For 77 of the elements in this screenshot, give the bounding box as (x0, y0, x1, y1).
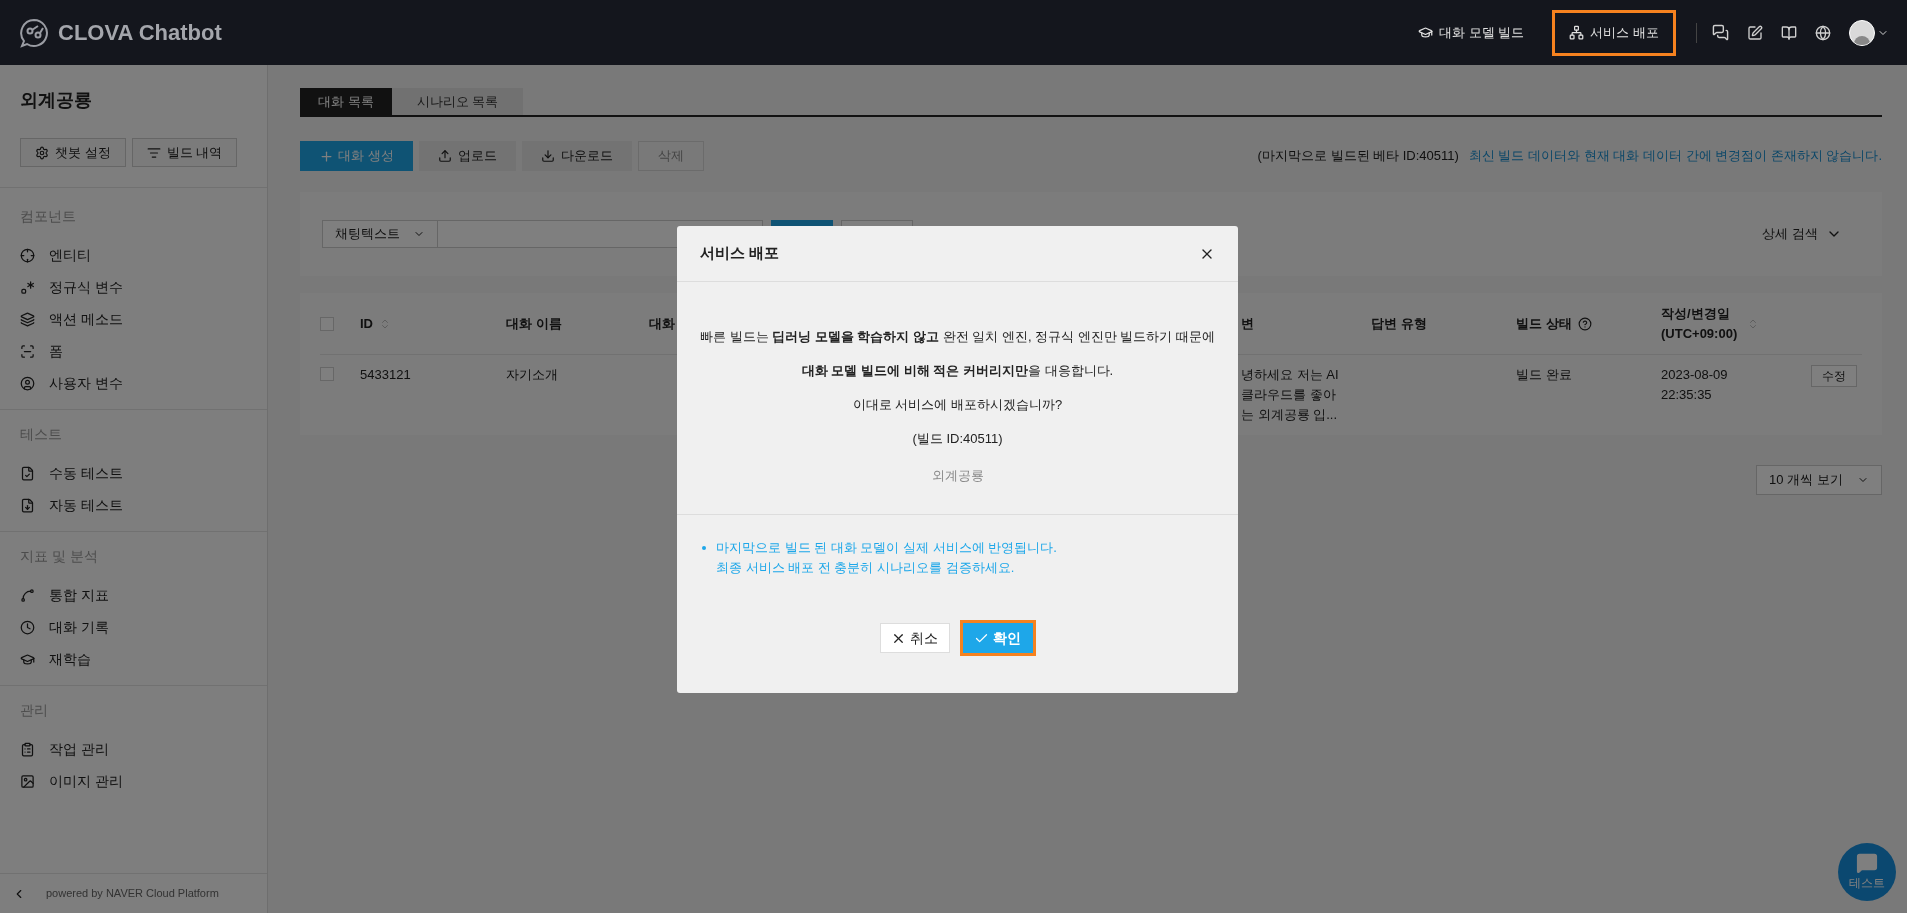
frame-icon (20, 343, 35, 359)
toolbar-button[interactable]: 다운로드 (521, 141, 632, 171)
cancel-button[interactable]: 취소 (879, 623, 950, 653)
gear-icon (35, 145, 49, 160)
upload-icon (437, 149, 452, 163)
build-id-text: (빌드 ID:40511) (912, 430, 1003, 448)
network-icon (1569, 25, 1585, 40)
avatar-icon[interactable] (1849, 19, 1875, 46)
sidebar-item[interactable]: 작업 관리 (20, 733, 109, 765)
sidebar-item[interactable]: 이미지 관리 (20, 765, 123, 797)
help-icon[interactable] (1577, 316, 1592, 331)
crosshair-icon (20, 247, 35, 263)
sidebar-item[interactable]: 통합 지표 (20, 579, 109, 611)
powered-by-text: powered by NAVER Cloud Platform (46, 886, 219, 902)
clock-icon (20, 619, 35, 635)
file-download-icon (20, 497, 35, 513)
checkbox[interactable] (320, 367, 334, 381)
sidebar-item[interactable]: 정규식 변수 (20, 271, 123, 303)
sidebar-item[interactable]: 수동 테스트 (20, 457, 123, 489)
book-icon[interactable] (1781, 24, 1797, 41)
chart-line-icon (20, 587, 35, 603)
logo-icon (18, 16, 50, 49)
sidebar-item[interactable]: 폼 (20, 335, 63, 367)
sidebar-item[interactable]: 재학습 (20, 643, 91, 675)
notice-text: 마지막으로 빌드 된 대화 모델이 실제 서비스에 반영됩니다. 최종 서비스 배포 전 충분히 시나리오를 검증하세요. (716, 539, 1057, 577)
sidebar-item[interactable]: 액션 메소드 (20, 303, 123, 335)
tab[interactable]: 시나리오 목록 (391, 88, 524, 115)
checkbox[interactable] (320, 316, 334, 331)
globe-icon[interactable] (1815, 24, 1831, 41)
edit-icon[interactable] (1747, 24, 1763, 41)
nav-link[interactable]: 대화 모델 빌드 (1404, 9, 1539, 56)
confirm-question: 이대로 서비스에 배포하시겠습니까? (852, 396, 1063, 414)
advanced-search-toggle[interactable]: 상세 검색 (1762, 224, 1842, 244)
graduation-cap-icon (20, 651, 35, 667)
column-header: 답변 유형 (1371, 314, 1427, 333)
table-cell-text: 자기소개 (506, 366, 559, 384)
project-title: 외계공룡 (20, 89, 93, 112)
project-name: 외계공룡 (931, 467, 984, 485)
table-cell-text: 5433121 (360, 366, 412, 384)
sidebar-item[interactable]: 자동 테스트 (20, 489, 123, 521)
table-cell-text: 녕하세요 저는 AI 클라우드를 좋아 는 외계공룡 입... (1241, 366, 1340, 424)
tab[interactable]: 대화 목록 (300, 88, 392, 115)
confirm-button[interactable]: 확인 (959, 620, 1036, 656)
column-header: 작성/변경일 (UTC+09:00) (1661, 304, 1738, 343)
sidebar-item[interactable]: 사용자 변수 (20, 367, 123, 399)
clipboard-icon (20, 741, 35, 757)
app-logo-text[interactable]: CLOVA Chatbot (58, 16, 222, 49)
column-header: 변 (1241, 314, 1254, 333)
sidebar-action-button[interactable]: 빌드 내역 (131, 138, 238, 167)
sidebar-item[interactable]: 대화 기록 (20, 611, 109, 643)
edit-button[interactable]: 수정 (1811, 365, 1857, 387)
table-cell-text: 2023-08-09 22:35:35 (1661, 366, 1729, 404)
column-header: 빌드 상태 (1516, 314, 1572, 333)
column-header: 대화 (649, 314, 675, 333)
toolbar-button[interactable]: 업로드 (418, 141, 516, 171)
user-circle-icon (20, 375, 35, 391)
sidebar-item[interactable]: 엔티티 (20, 239, 91, 271)
nav-link[interactable]: 서비스 배포 (1552, 9, 1676, 56)
dialog-message: 빠른 빌드는 딥러닝 모델을 학습하지 않고 완전 일치 엔진, 정규식 엔진만 빌드하기 때문에 대화 모델 빌드에 비해 적은 커버리지만을 대응합니다. (699, 328, 1216, 380)
column-header: ID (360, 314, 373, 333)
file-check-icon (20, 465, 35, 481)
column-header: 대화 이름 (506, 314, 562, 333)
download-icon (540, 149, 555, 163)
image-icon (20, 773, 35, 789)
plus-icon (319, 148, 334, 164)
sidebar-action-button[interactable]: 챗봇 설정 (20, 138, 126, 167)
graduation-cap-icon (1418, 25, 1434, 40)
build-status-text: 최신 빌드 데이터와 현재 대화 데이터 간에 변경점이 존재하지 않습니다. (1468, 147, 1882, 166)
regex-icon (20, 279, 35, 295)
filter-select[interactable]: 채팅텍스트 (322, 220, 438, 248)
page-size-select[interactable]: 10 개씩 보기 (1756, 465, 1882, 495)
dialog-title: 서비스 배포 (700, 243, 780, 264)
layers-icon (20, 311, 35, 327)
speech-bubble-icon (1856, 852, 1878, 874)
chat-icon[interactable] (1712, 24, 1729, 41)
build-note: (마지막으로 빌드된 베타 ID:40511) (1257, 147, 1459, 166)
table-cell-text: 빌드 완료 (1516, 366, 1573, 384)
